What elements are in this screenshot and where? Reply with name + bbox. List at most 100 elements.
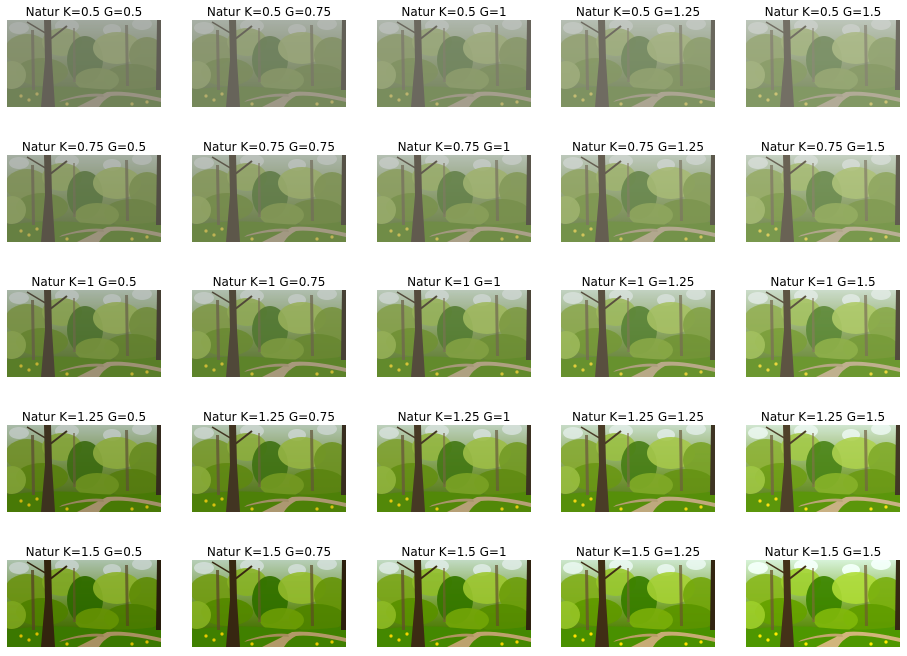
forest-photo [192, 425, 346, 512]
forest-photo [377, 20, 531, 107]
panel-title: Natur K=1.25 G=0.75 [203, 410, 335, 424]
panel-title: Natur K=1 G=0.5 [31, 275, 137, 289]
panel: Natur K=0.5 G=0.75 [192, 3, 346, 108]
panel-title: Natur K=0.5 G=0.5 [25, 5, 143, 19]
forest-photo [377, 560, 531, 647]
panel-title: Natur K=0.5 G=0.75 [206, 5, 332, 19]
panel: Natur K=1.25 G=0.75 [192, 408, 346, 513]
panel: Natur K=0.75 G=1.25 [561, 138, 715, 243]
forest-scene-icon [7, 20, 161, 107]
panel: Natur K=0.5 G=1 [377, 3, 531, 108]
forest-photo [377, 425, 531, 512]
panel: Natur K=1.25 G=1 [377, 408, 531, 513]
forest-photo [192, 290, 346, 377]
forest-photo [192, 20, 346, 107]
forest-photo [746, 20, 900, 107]
forest-photo [746, 425, 900, 512]
panel: Natur K=0.5 G=1.25 [561, 3, 715, 108]
forest-scene-icon [7, 560, 161, 647]
panel: Natur K=0.75 G=1 [377, 138, 531, 243]
forest-photo [192, 560, 346, 647]
panel: Natur K=1.5 G=1.25 [561, 543, 715, 648]
forest-scene-icon [746, 20, 900, 107]
forest-scene-icon [561, 290, 715, 377]
forest-photo [561, 155, 715, 242]
panel-title: Natur K=1.25 G=1.25 [572, 410, 704, 424]
panel: Natur K=1.25 G=0.5 [7, 408, 161, 513]
panel-title: Natur K=0.5 G=1.25 [575, 5, 701, 19]
panel-title: Natur K=0.75 G=0.75 [203, 140, 335, 154]
panel: Natur K=0.75 G=1.5 [746, 138, 900, 243]
panel-title: Natur K=1 G=1.25 [581, 275, 695, 289]
forest-photo [7, 290, 161, 377]
panel: Natur K=1.5 G=0.75 [192, 543, 346, 648]
forest-scene-icon [561, 20, 715, 107]
forest-photo [377, 155, 531, 242]
panel-title: Natur K=1.5 G=1 [401, 545, 507, 559]
panel-title: Natur K=1 G=1 [407, 275, 501, 289]
forest-scene-icon [7, 425, 161, 512]
forest-scene-icon [377, 425, 531, 512]
forest-scene-icon [746, 425, 900, 512]
panel: Natur K=0.5 G=0.5 [7, 3, 161, 108]
forest-photo [377, 290, 531, 377]
panel: Natur K=1.25 G=1.25 [561, 408, 715, 513]
forest-photo [561, 290, 715, 377]
forest-scene-icon [561, 155, 715, 242]
panel-title: Natur K=1.5 G=0.5 [25, 545, 143, 559]
forest-scene-icon [192, 155, 346, 242]
panel-title: Natur K=1 G=0.75 [212, 275, 326, 289]
forest-photo [7, 20, 161, 107]
panel: Natur K=1.5 G=1 [377, 543, 531, 648]
panel: Natur K=1 G=1.25 [561, 273, 715, 378]
panel: Natur K=1 G=0.5 [7, 273, 161, 378]
forest-scene-icon [561, 425, 715, 512]
panel: Natur K=1 G=1 [377, 273, 531, 378]
forest-photo [746, 155, 900, 242]
forest-scene-icon [746, 560, 900, 647]
panel-title: Natur K=0.75 G=1.5 [760, 140, 886, 154]
forest-scene-icon [192, 290, 346, 377]
forest-photo [746, 290, 900, 377]
forest-photo [561, 425, 715, 512]
forest-photo [7, 425, 161, 512]
panel-title: Natur K=1.5 G=1.5 [764, 545, 882, 559]
forest-scene-icon [377, 290, 531, 377]
panel: Natur K=0.5 G=1.5 [746, 3, 900, 108]
panel-title: Natur K=0.75 G=1.25 [572, 140, 704, 154]
forest-photo [192, 155, 346, 242]
forest-scene-icon [192, 425, 346, 512]
forest-scene-icon [192, 560, 346, 647]
panel-title: Natur K=1 G=1.5 [770, 275, 876, 289]
panel-title: Natur K=0.5 G=1.5 [764, 5, 882, 19]
panel: Natur K=0.75 G=0.75 [192, 138, 346, 243]
forest-scene-icon [377, 155, 531, 242]
forest-scene-icon [746, 155, 900, 242]
panel: Natur K=0.75 G=0.5 [7, 138, 161, 243]
forest-photo [7, 155, 161, 242]
forest-photo [561, 560, 715, 647]
forest-scene-icon [192, 20, 346, 107]
forest-scene-icon [746, 290, 900, 377]
forest-scene-icon [7, 290, 161, 377]
panel-title: Natur K=0.75 G=0.5 [21, 140, 147, 154]
panel: Natur K=1 G=0.75 [192, 273, 346, 378]
panel: Natur K=1.25 G=1.5 [746, 408, 900, 513]
panel-title: Natur K=1.5 G=0.75 [206, 545, 332, 559]
panel-title: Natur K=0.75 G=1 [397, 140, 511, 154]
panel-title: Natur K=0.5 G=1 [401, 5, 507, 19]
panel-title: Natur K=1.5 G=1.25 [575, 545, 701, 559]
forest-scene-icon [7, 155, 161, 242]
forest-photo [746, 560, 900, 647]
panel: Natur K=1.5 G=1.5 [746, 543, 900, 648]
panel-title: Natur K=1.25 G=1.5 [760, 410, 886, 424]
panel: Natur K=1 G=1.5 [746, 273, 900, 378]
forest-photo [7, 560, 161, 647]
figure-grid: Natur K=0.5 G=0.5 Natur K=0.5 G=0.75 Nat… [0, 0, 907, 656]
forest-scene-icon [561, 560, 715, 647]
panel-title: Natur K=1.25 G=0.5 [21, 410, 147, 424]
forest-photo [561, 20, 715, 107]
panel: Natur K=1.5 G=0.5 [7, 543, 161, 648]
forest-scene-icon [377, 560, 531, 647]
panel-title: Natur K=1.25 G=1 [397, 410, 511, 424]
